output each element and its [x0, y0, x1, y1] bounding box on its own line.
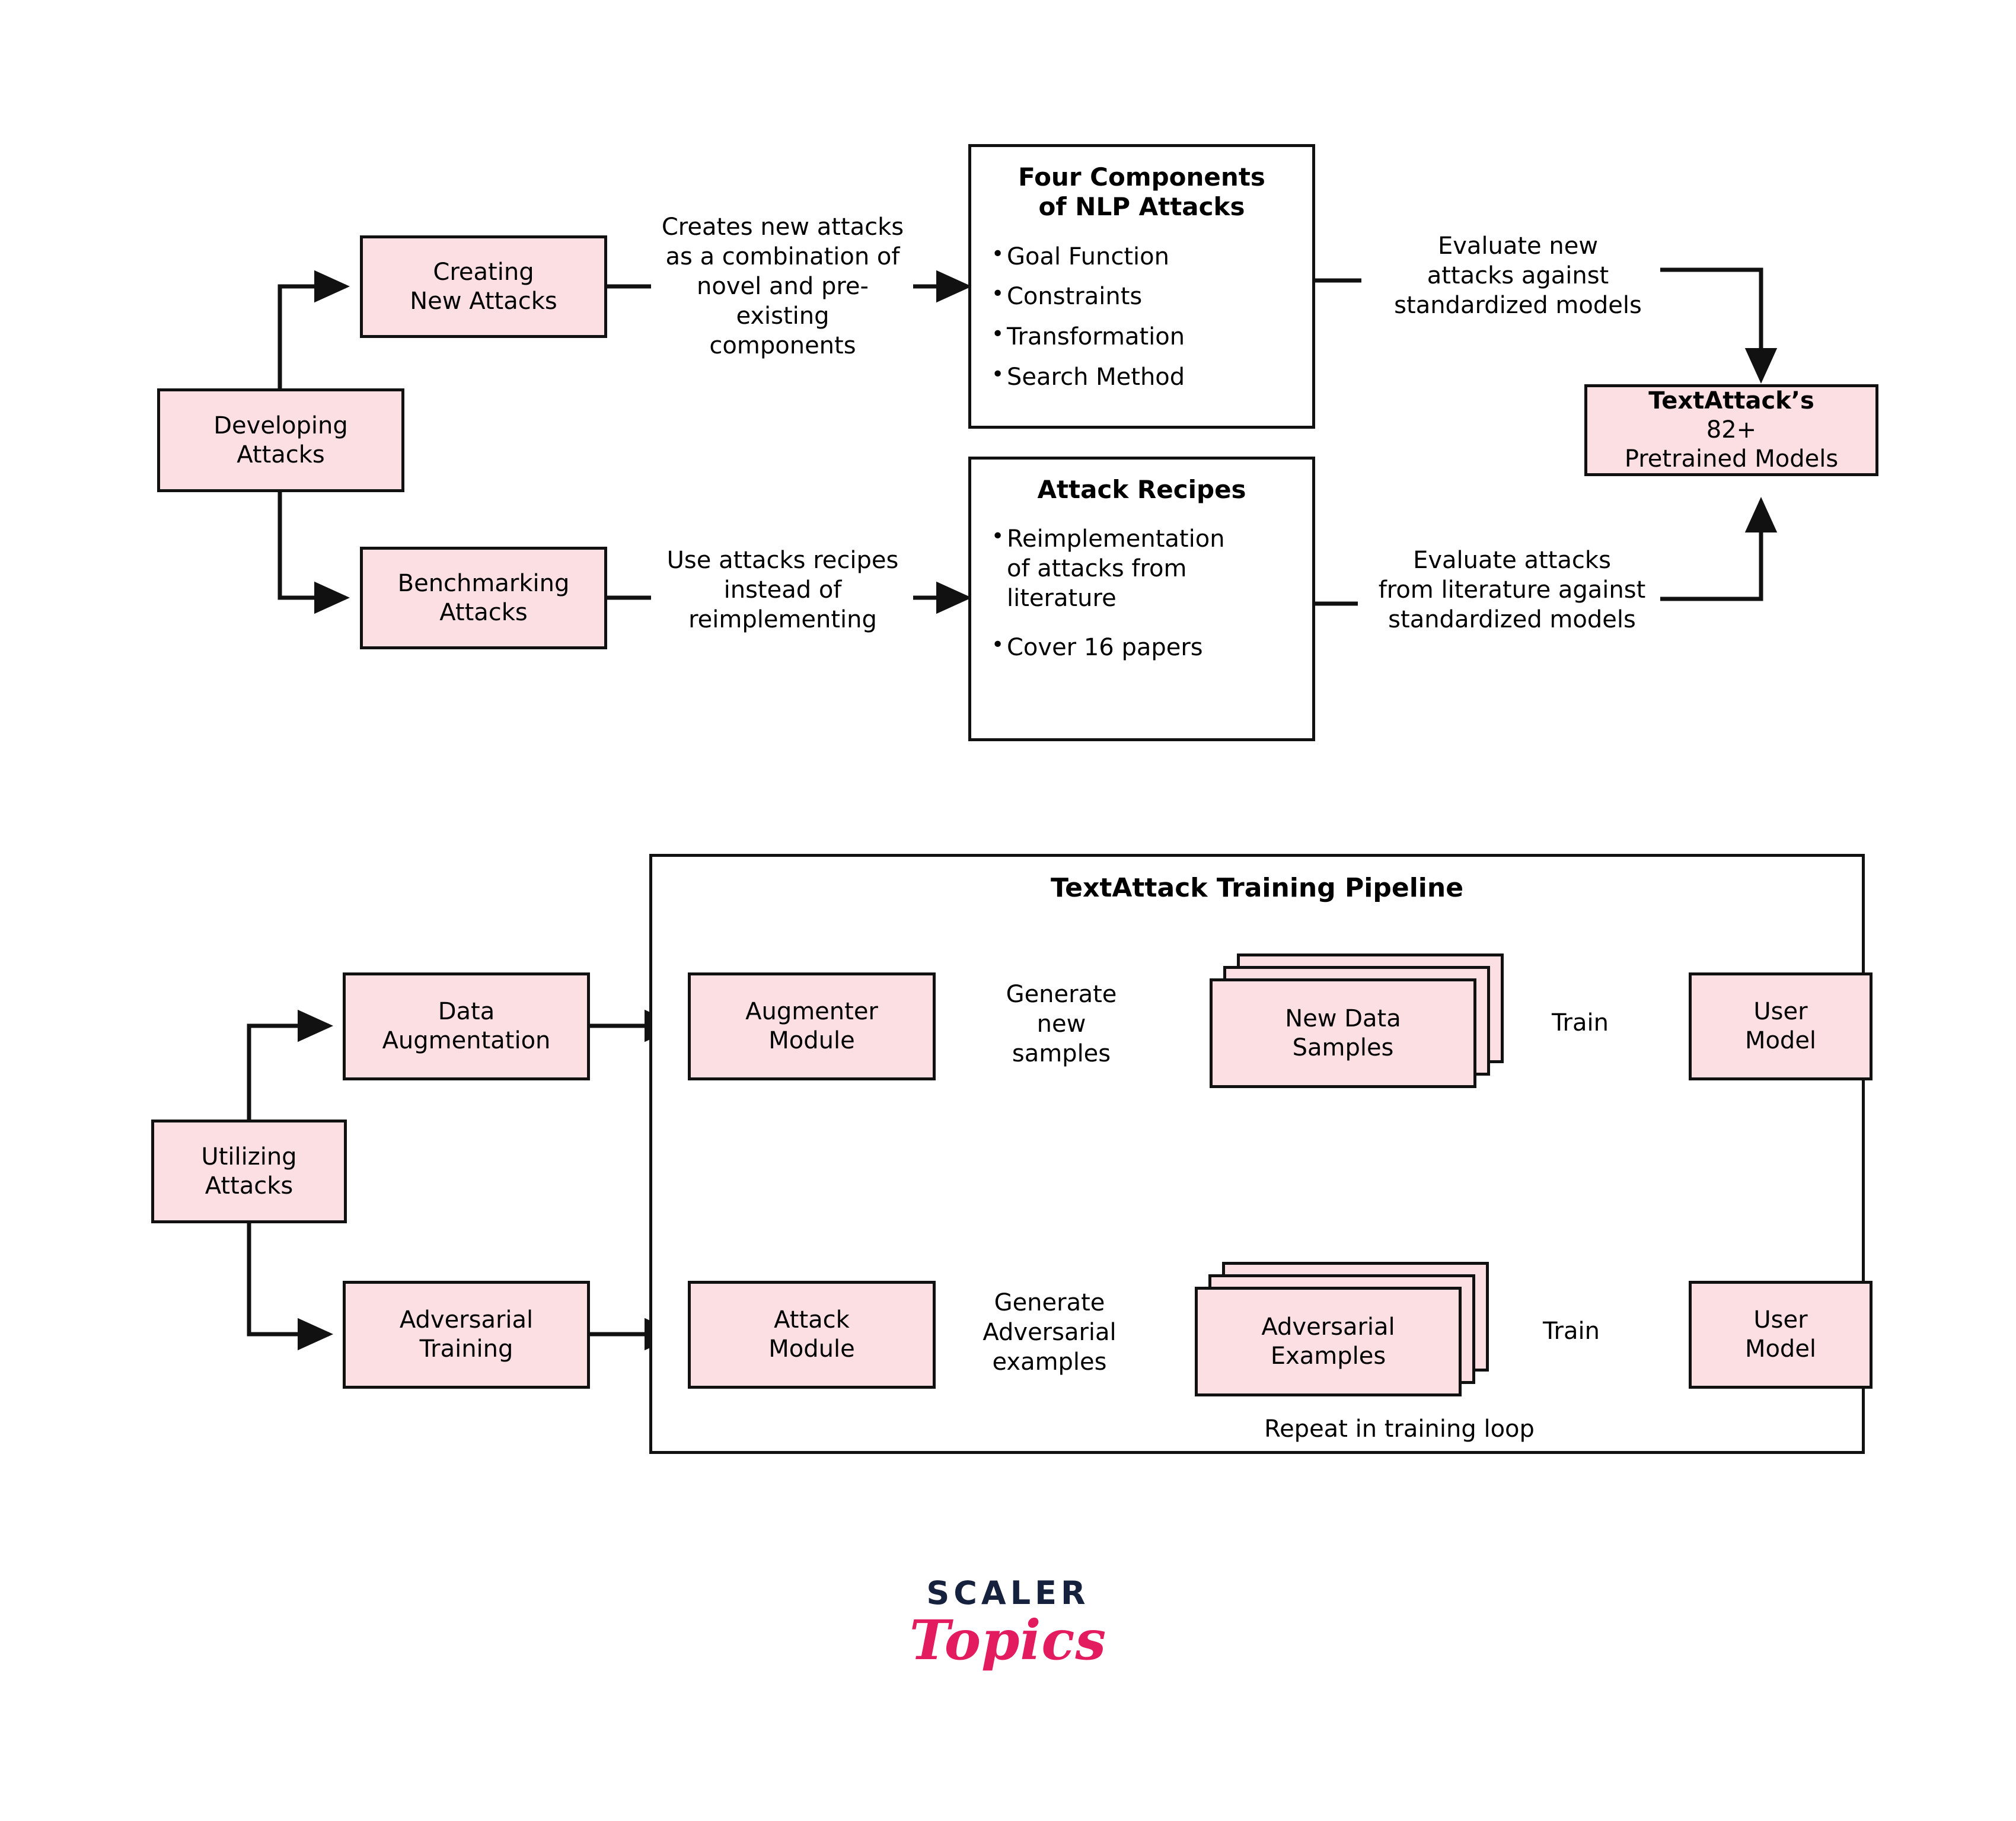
attack-recipes-list: • Reimplementation of attacks from litera… [991, 525, 1292, 662]
node-textattack-pretrained-models[interactable]: TextAttack’s 82+ Pretrained Models [1584, 384, 1878, 476]
node-data-augmentation-label: Data Augmentation [382, 998, 551, 1054]
edge-developing-to-creating [277, 270, 350, 388]
node-augmenter-module[interactable]: Augmenter Module [688, 972, 936, 1080]
stack-sheet-front: Adversarial Examples [1195, 1287, 1462, 1396]
node-user-model-bottom[interactable]: User Model [1689, 1281, 1873, 1389]
node-utilizing-attacks-label: Utilizing Attacks [201, 1143, 297, 1200]
edge-label-generate-new-samples: Generate new samples [1006, 981, 1117, 1067]
list-item: • Search Method [991, 362, 1185, 391]
node-user-model-top[interactable]: User Model [1689, 972, 1873, 1080]
node-benchmarking-attacks-label: Benchmarking Attacks [397, 569, 570, 626]
bullet-icon: • [991, 362, 1004, 387]
node-creating-new-attacks-label: Creating New Attacks [410, 258, 557, 315]
list-item: • Goal Function [991, 241, 1169, 270]
four-components-list: • Goal Function • Constraints • Transformat… [991, 243, 1292, 392]
pretrained-models-line2: Pretrained Models [1624, 445, 1839, 473]
node-adversarial-training[interactable]: Adversarial Training [343, 1281, 590, 1389]
stack-new-data-samples-label: New Data Samples [1285, 1004, 1401, 1061]
node-attack-module[interactable]: Attack Module [688, 1281, 936, 1389]
bullet-icon: • [991, 321, 1004, 346]
edge-label-train-top: Train [1552, 1009, 1609, 1037]
list-item: • Constraints [991, 282, 1143, 311]
node-developing-attacks-label: Developing Attacks [213, 412, 348, 468]
stack-adversarial-examples-label: Adversarial Examples [1261, 1313, 1395, 1370]
pretrained-models-count: 82+ [1706, 416, 1757, 444]
edge-label-evaluate-new-attacks: Evaluate new attacks against standardize… [1394, 232, 1642, 319]
edge-label-train-bottom: Train [1543, 1318, 1600, 1345]
edge-utilizing-to-augmentation [247, 1009, 334, 1120]
edge-developing-to-benchmarking [277, 492, 350, 614]
bullet-icon: • [991, 633, 1004, 658]
edge-label-repeat-training-loop: Repeat in training loop [1245, 1414, 1554, 1444]
panel-four-components-title: Four Components of NLP Attacks [1018, 162, 1265, 222]
node-augmenter-module-label: Augmenter Module [745, 998, 878, 1054]
panel-attack-recipes-title: Attack Recipes [1037, 475, 1246, 504]
node-user-model-top-label: User Model [1744, 998, 1817, 1054]
node-attack-module-label: Attack Module [768, 1306, 855, 1363]
node-creating-new-attacks[interactable]: Creating New Attacks [360, 235, 607, 338]
pretrained-models-strong: TextAttack’s [1648, 387, 1814, 415]
bullet-icon: • [991, 524, 1004, 549]
logo-scaler-wordmark: SCALER [926, 1574, 1090, 1612]
edge-label-generate-adversarial-examples: Generate Adversarial examples [983, 1289, 1117, 1376]
node-benchmarking-attacks[interactable]: Benchmarking Attacks [360, 547, 607, 649]
node-developing-attacks[interactable]: Developing Attacks [157, 388, 404, 492]
edge-label-evaluate-literature-attacks: Evaluate attacks from literature against… [1378, 547, 1646, 633]
stack-adversarial-examples[interactable]: Adversarial Examples [1195, 1262, 1497, 1410]
list-item: • Cover 16 papers [991, 633, 1203, 662]
node-adversarial-training-label: Adversarial Training [399, 1306, 534, 1363]
bullet-icon: • [991, 282, 1004, 307]
node-utilizing-attacks[interactable]: Utilizing Attacks [151, 1120, 347, 1223]
logo-topics-wordmark: Topics [909, 1608, 1107, 1672]
pipeline-title: TextAttack Training Pipeline [1050, 873, 1464, 903]
edge-label-creates-new-attacks: Creates new attacks as a combination of … [661, 213, 904, 359]
diagram-canvas: Developing Attacks Creating New Attacks … [0, 0, 2016, 1821]
edge-utilizing-to-adversarial [247, 1223, 334, 1351]
panel-attack-recipes: Attack Recipes • Reimplementation of atta… [968, 457, 1315, 741]
list-item: • Transformation [991, 321, 1185, 350]
bullet-icon: • [991, 241, 1004, 266]
stack-new-data-samples[interactable]: New Data Samples [1210, 953, 1512, 1102]
stack-sheet-front: New Data Samples [1210, 978, 1476, 1088]
node-user-model-bottom-label: User Model [1744, 1306, 1817, 1363]
panel-four-components: Four Components of NLP Attacks • Goal Fun… [968, 144, 1315, 429]
edge-components-to-models [1660, 267, 1778, 384]
pretrained-models-line1: TextAttack’s 82+ [1648, 387, 1814, 445]
edge-label-use-attacks-recipes: Use attacks recipes instead of reimpleme… [666, 547, 899, 633]
scaler-topics-logo: SCALER Topics [860, 1574, 1156, 1672]
list-item: • Reimplementation of attacks from litera… [991, 524, 1225, 612]
node-data-augmentation[interactable]: Data Augmentation [343, 972, 590, 1080]
